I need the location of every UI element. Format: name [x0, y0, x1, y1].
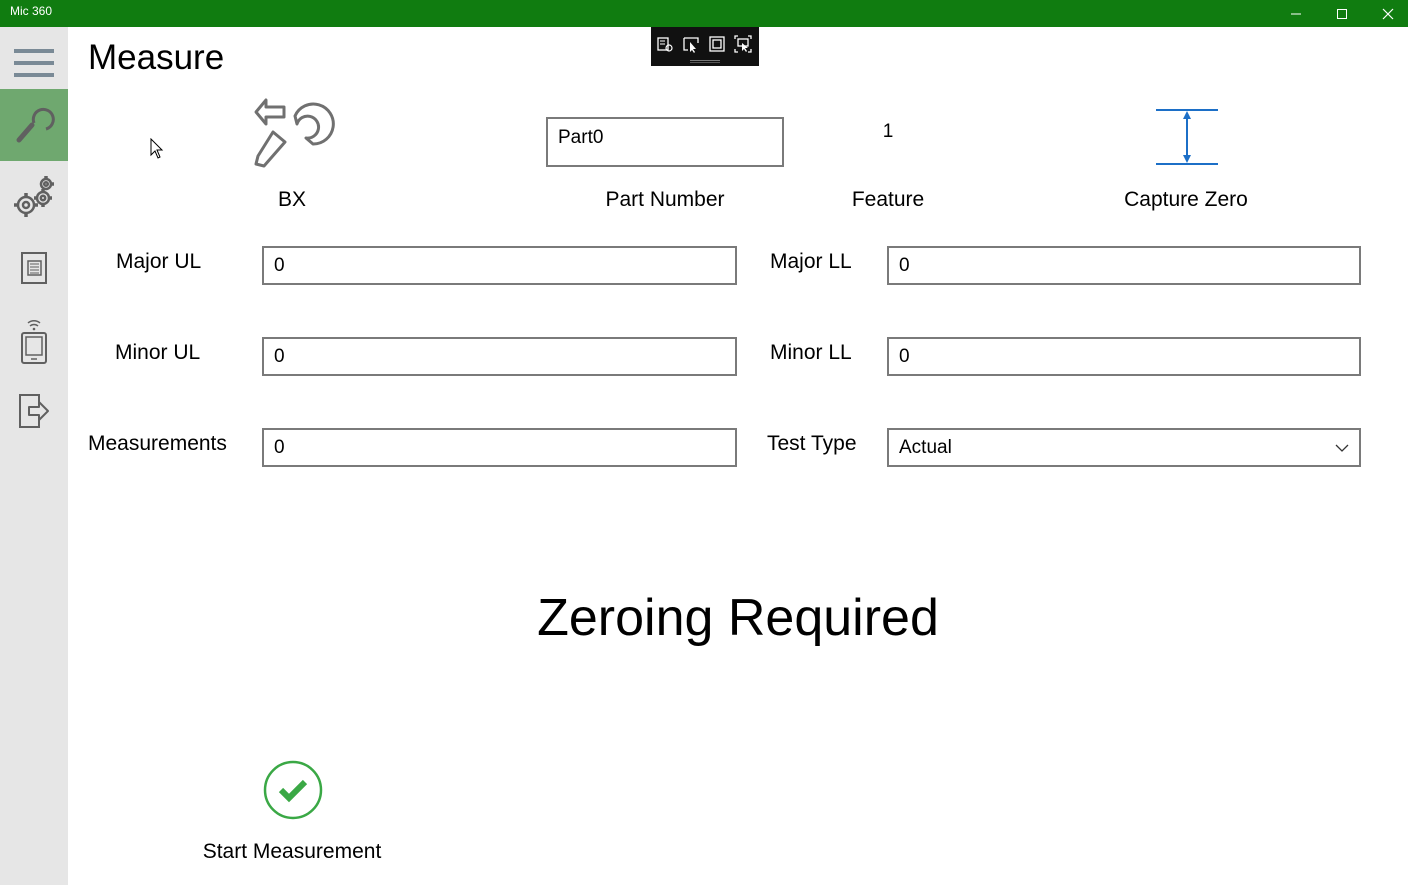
close-icon: [1382, 8, 1394, 19]
sidebar-item-reports[interactable]: [0, 232, 68, 304]
minor-ul-input[interactable]: 0: [262, 337, 737, 376]
gears-icon: [14, 176, 54, 217]
mouse-cursor-icon: [150, 138, 164, 159]
measurements-input[interactable]: 0: [262, 428, 737, 467]
major-ul-input[interactable]: 0: [262, 246, 737, 285]
maximize-icon: [1337, 8, 1347, 19]
page-title: Measure: [88, 38, 225, 77]
minor-ll-input[interactable]: 0: [887, 337, 1361, 376]
test-type-select[interactable]: Actual: [887, 428, 1361, 467]
capture-zero-icon: [1156, 109, 1218, 165]
minimize-icon: [1291, 13, 1301, 14]
device-label: BX: [277, 188, 306, 211]
measurements-label: Measurements: [88, 432, 227, 455]
toolbar-grip[interactable]: [690, 60, 720, 61]
start-measurement-label: Start Measurement: [202, 840, 382, 863]
sidebar-item-measure[interactable]: [0, 89, 68, 161]
part-number-input[interactable]: Part0: [546, 117, 784, 167]
major-ll-input[interactable]: 0: [887, 246, 1361, 285]
window-title: Mic 360: [10, 4, 53, 18]
capture-zero-button[interactable]: [1152, 106, 1222, 168]
start-measurement-button[interactable]: [262, 759, 324, 821]
sidebar-item-settings[interactable]: [0, 161, 68, 233]
minor-ul-label: Minor UL: [115, 341, 201, 364]
capture-zero-label: Capture Zero: [1124, 188, 1248, 211]
title-bar: Mic 360: [0, 0, 1408, 27]
major-ul-label: Major UL: [116, 250, 202, 273]
close-button[interactable]: [1365, 0, 1408, 27]
micrometer-icon: [16, 107, 55, 143]
fullscreen-snip-icon[interactable]: [734, 35, 752, 53]
rectangular-snip-icon[interactable]: [708, 35, 726, 53]
major-ll-label: Major LL: [770, 250, 852, 273]
feature-value: 1: [882, 121, 894, 142]
minimize-button[interactable]: [1273, 0, 1319, 27]
report-icon: [21, 252, 47, 284]
snip-toolbar: [651, 27, 759, 66]
status-message: Zeroing Required: [537, 589, 939, 647]
micrometer-icon: [254, 98, 335, 168]
test-type-label: Test Type: [767, 432, 857, 455]
exit-icon: [19, 394, 49, 428]
toolbar-grip-line: [690, 62, 720, 63]
sidebar: [0, 27, 68, 885]
part-number-label: Part Number: [605, 188, 725, 211]
device-icon: [21, 319, 47, 364]
window-snip-icon[interactable]: [682, 35, 700, 53]
feature-label: Feature: [851, 188, 925, 211]
minor-ll-label: Minor LL: [770, 341, 852, 364]
free-form-snip-icon[interactable]: [656, 35, 674, 53]
test-type-value: Actual: [899, 436, 952, 458]
checkmark-icon: [263, 760, 323, 820]
maximize-button[interactable]: [1319, 0, 1365, 27]
chevron-down-icon: [1335, 444, 1349, 452]
sidebar-item-exit[interactable]: [0, 375, 68, 447]
sidebar-item-devices[interactable]: [0, 304, 68, 376]
device-selector[interactable]: [240, 94, 344, 174]
hamburger-icon: [14, 49, 54, 77]
